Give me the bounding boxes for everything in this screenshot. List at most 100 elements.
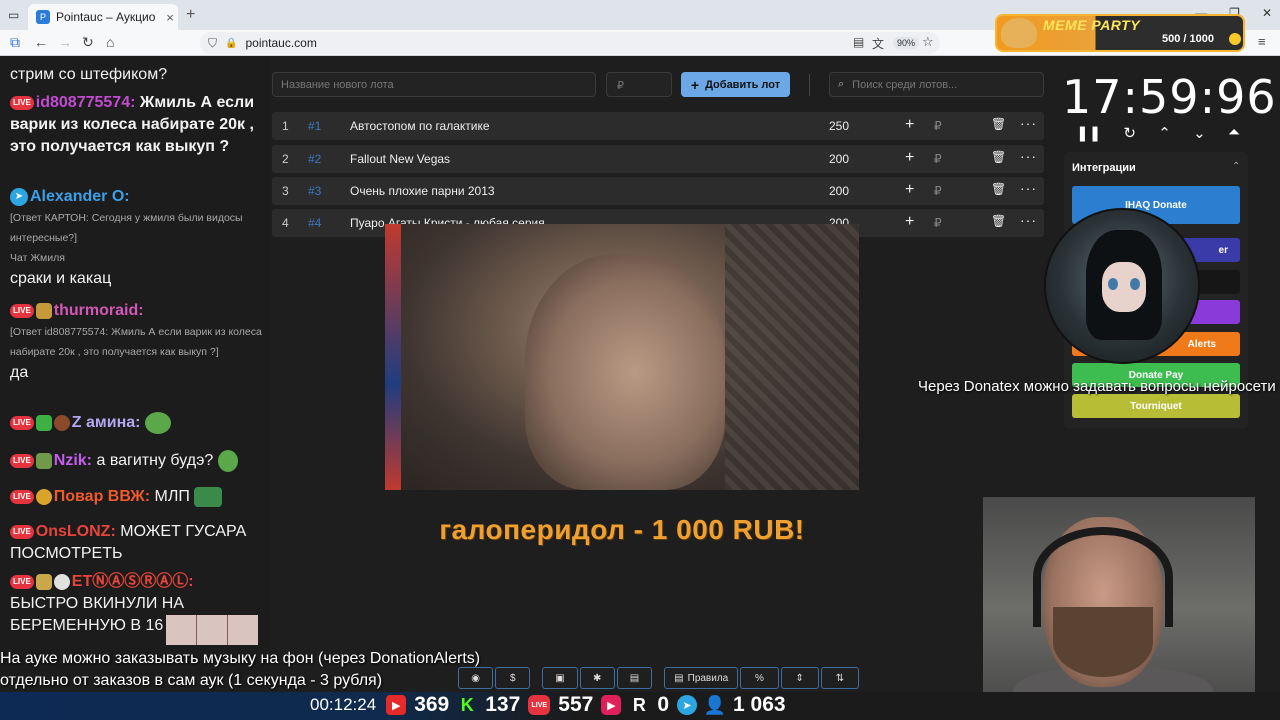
- lot-name[interactable]: Автостопом по галактике: [350, 119, 490, 133]
- add-amount-icon[interactable]: +: [905, 149, 914, 167]
- zoom-level[interactable]: 90%: [893, 37, 920, 49]
- emote-icon: [35, 488, 52, 505]
- lot-fast-id[interactable]: #2: [308, 152, 321, 166]
- pause-icon[interactable]: ❚❚: [1076, 124, 1101, 142]
- reader-view-icon[interactable]: ▤: [853, 35, 864, 49]
- new-tab-icon[interactable]: +: [186, 6, 195, 24]
- chevron-down-icon[interactable]: ⌄: [1193, 124, 1206, 142]
- add-amount-icon[interactable]: +: [905, 181, 914, 199]
- add-lot-button[interactable]: + Добавить лот: [681, 72, 790, 97]
- rub-icon[interactable]: ₽: [934, 119, 942, 133]
- lot-amount[interactable]: 200: [829, 184, 849, 198]
- split-icon: ⇕: [795, 672, 804, 684]
- dollar-icon: $: [510, 672, 516, 684]
- tab-list-icon[interactable]: ▭: [8, 8, 19, 22]
- avatar-eye: [1130, 278, 1140, 290]
- avatar-eye: [1108, 278, 1118, 290]
- collapse-icon[interactable]: ⌃: [1232, 161, 1240, 172]
- lot-fast-id[interactable]: #4: [308, 216, 321, 230]
- chat-reply: [Ответ КАРТОН: Сегодня у жмиля были видо…: [10, 212, 243, 244]
- emote-icon: [53, 415, 70, 431]
- lot-fast-id[interactable]: #1: [308, 119, 321, 133]
- sort-icon: ⇅: [835, 672, 845, 684]
- pepe-emote-icon: [144, 412, 171, 434]
- integration-tourniquet-button[interactable]: Tourniquet: [1072, 394, 1240, 418]
- address-bar[interactable]: ⛉ 🔒 pointauc.com: [200, 32, 940, 54]
- more-icon[interactable]: ···: [1020, 180, 1037, 196]
- github-button[interactable]: ◉: [458, 667, 494, 689]
- add-amount-icon[interactable]: +: [905, 116, 914, 134]
- live-badge-icon: LIVE: [10, 303, 34, 318]
- close-window-icon[interactable]: ✕: [1262, 6, 1272, 20]
- lot-fast-id[interactable]: #3: [308, 184, 321, 198]
- doge-icon: [1001, 18, 1037, 48]
- sort-button[interactable]: ⇅: [820, 667, 860, 689]
- double-chevron-up-icon[interactable]: ⏶: [1228, 124, 1240, 142]
- rub-icon[interactable]: ₽: [934, 216, 942, 230]
- reset-icon[interactable]: ↻: [1123, 124, 1136, 142]
- browser-tab[interactable]: P Pointauc – Аукционы, лотереи ×: [28, 4, 178, 30]
- lot-index: 3: [282, 184, 289, 198]
- lot-amount[interactable]: 250: [829, 119, 849, 133]
- shield-icon[interactable]: ⛉: [208, 36, 217, 51]
- streamer-facecam: [983, 497, 1255, 720]
- live-badge-icon: LIVE: [10, 489, 34, 504]
- lot-search-input[interactable]: ⌕ Поиск среди лотов...: [829, 72, 1044, 97]
- emote-icon: [53, 573, 70, 590]
- bug-button[interactable]: ✱: [579, 667, 615, 689]
- rub-icon[interactable]: ₽: [934, 184, 942, 198]
- integrations-header: Интеграции: [1072, 162, 1136, 174]
- pepe-emote-icon: [217, 450, 238, 472]
- donate-button[interactable]: $: [495, 667, 531, 689]
- viewers-icon: 👤: [703, 694, 727, 715]
- back-icon[interactable]: ←: [34, 34, 48, 50]
- lock-icon[interactable]: 🔒: [225, 38, 237, 49]
- chat-message: LIVE Nzik: а вагитну будэ?: [10, 450, 262, 472]
- lot-amount[interactable]: 200: [829, 152, 849, 166]
- home-icon[interactable]: ⌂: [106, 34, 114, 50]
- lot-row: 1 #1 Автостопом по галактике 250 + ₽ 🗑 ·…: [272, 112, 1044, 140]
- delete-all-button[interactable]: ▤: [616, 667, 653, 689]
- more-icon[interactable]: ···: [1020, 212, 1037, 228]
- bookmark-star-icon[interactable]: ☆: [922, 34, 934, 50]
- chat-message: ➤ Alexander O: [Ответ КАРТОН: Сегодня у ж…: [10, 186, 262, 290]
- wallpaper-background: [725, 224, 859, 490]
- toolbar-right: ▤ Правила % ⇕ ⇅: [664, 667, 860, 689]
- uptime: 00:12:24: [310, 695, 377, 714]
- sidebar-toggle-icon[interactable]: ⧉: [10, 34, 20, 51]
- trash-icon[interactable]: 🗑: [991, 150, 1006, 164]
- donation-video: [385, 224, 859, 490]
- github-icon: ◉: [471, 672, 480, 684]
- trash-icon[interactable]: 🗑: [991, 117, 1006, 131]
- lot-index: 2: [282, 152, 289, 166]
- save-button[interactable]: ▣: [542, 667, 578, 689]
- chevron-up-icon[interactable]: ⌃: [1158, 124, 1171, 142]
- lot-name-input[interactable]: Название нового лота: [272, 72, 596, 97]
- more-icon[interactable]: ···: [1020, 148, 1037, 164]
- lot-name[interactable]: Очень плохие парни 2013: [350, 184, 495, 198]
- vk-live-viewers: 557: [558, 693, 594, 716]
- rules-icon: ▤: [674, 672, 684, 684]
- lot-amount-input[interactable]: ₽: [606, 72, 672, 97]
- meme-party-score: 500 / 1000: [1162, 33, 1214, 45]
- rub-icon[interactable]: ₽: [934, 152, 942, 166]
- add-amount-icon[interactable]: +: [905, 213, 914, 231]
- rutube-viewers: 0: [657, 693, 670, 716]
- split-button[interactable]: ⇕: [780, 667, 819, 689]
- menu-icon[interactable]: ≡: [1258, 34, 1266, 49]
- live-badge-icon: LIVE: [10, 524, 34, 539]
- more-icon[interactable]: ···: [1020, 115, 1037, 131]
- donatex-overlay-text: Через Donatex можно задавать вопросы ней…: [918, 378, 1276, 395]
- chat-message: LIVE Z амина:: [10, 412, 262, 434]
- lot-name[interactable]: Fallout New Vegas: [350, 152, 450, 166]
- trophy-icon: [35, 573, 52, 590]
- close-tab-icon[interactable]: ×: [162, 10, 178, 25]
- translate-icon[interactable]: 文: [872, 35, 884, 52]
- save-icon: ▣: [555, 672, 565, 684]
- forward-icon[interactable]: →: [58, 34, 72, 50]
- percent-button[interactable]: %: [740, 667, 779, 689]
- trash-icon[interactable]: 🗑: [991, 182, 1006, 196]
- reload-icon[interactable]: ↻: [82, 34, 94, 51]
- rules-button[interactable]: ▤ Правила: [664, 667, 739, 689]
- trash-icon[interactable]: 🗑: [991, 214, 1006, 228]
